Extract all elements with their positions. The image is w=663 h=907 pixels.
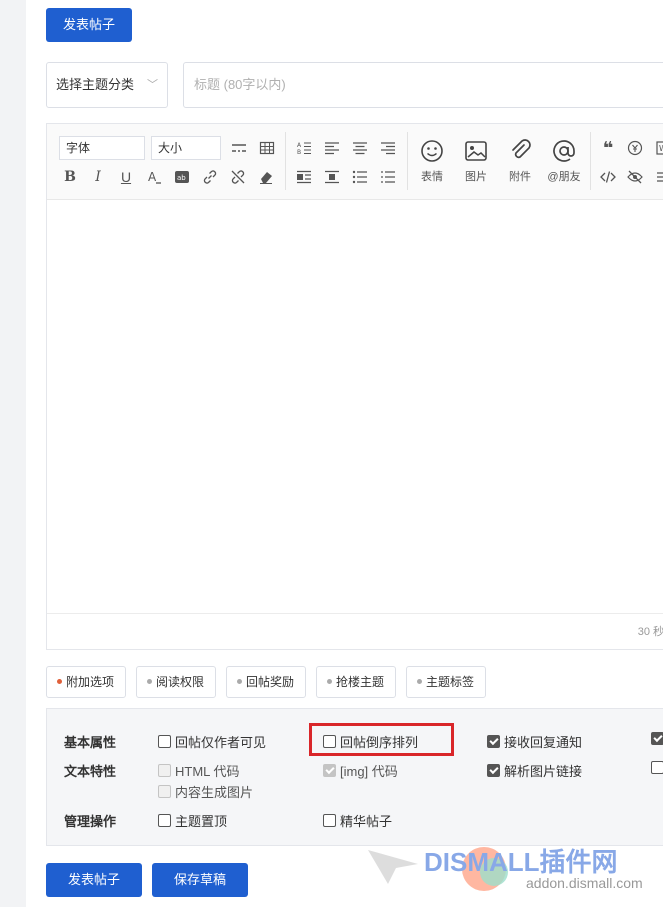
tab-label: 主题标签	[426, 675, 475, 689]
hide-content-icon[interactable]	[624, 166, 646, 188]
reply-author-only-checkbox[interactable]: 回帖仅作者可见	[158, 732, 266, 751]
eraser-icon[interactable]	[255, 166, 277, 188]
tab-label: 阅读权限	[156, 675, 205, 689]
svg-text:A: A	[297, 142, 302, 149]
bold-icon[interactable]: B	[59, 166, 81, 188]
digest-thread-checkbox[interactable]: 精华帖子	[323, 811, 392, 830]
editor-toolbar: 字体 大小 AB B I U A ab 表情 图片 附件 @朋友 ❝ W	[47, 124, 663, 200]
save-draft-button[interactable]: 保存草稿	[152, 863, 248, 897]
sticky-thread-checkbox[interactable]: 主题置顶	[158, 811, 227, 830]
tab-thread-tags[interactable]: 主题标签	[406, 666, 486, 698]
extra-basic-checkbox[interactable]	[651, 732, 663, 745]
attachment-label: 附件	[509, 171, 531, 183]
emoji-button[interactable]: 表情	[412, 136, 452, 192]
svg-text:ab: ab	[177, 174, 186, 182]
align-right-icon[interactable]	[377, 137, 399, 159]
html-code-checkbox[interactable]: HTML 代码	[158, 761, 240, 780]
reply-notification-checkbox[interactable]: 接收回复通知	[487, 732, 582, 751]
submit-post-button[interactable]: 发表帖子	[46, 863, 142, 897]
align-left-icon[interactable]	[321, 137, 343, 159]
category-select[interactable]: 选择主题分类 ﹀	[46, 62, 168, 108]
title-placeholder: 标题 (80字以内)	[194, 77, 286, 92]
quote-icon[interactable]: ❝	[597, 137, 619, 159]
image-label: 图片	[465, 171, 487, 183]
float-center-icon[interactable]	[321, 166, 343, 188]
watermark-url: addon.dismall.com	[526, 875, 643, 891]
at-sign-icon	[553, 140, 575, 162]
ordered-list-icon[interactable]	[349, 166, 371, 188]
extra-options-panel: 基本属性 回帖仅作者可见 回帖倒序排列 接收回复通知 文本特性 HTML 代码 …	[46, 708, 663, 846]
watermark-logo-icon: DISMALL插件网 addon.dismall.com	[368, 847, 643, 891]
mention-label: @朋友	[547, 171, 581, 183]
link-icon[interactable]	[199, 166, 221, 188]
text-features-label: 文本特性	[64, 764, 117, 779]
paperclip-icon	[512, 139, 531, 159]
italic-icon[interactable]: I	[87, 166, 109, 188]
image-icon	[465, 141, 487, 161]
background-color-icon[interactable]: ab	[171, 166, 193, 188]
svg-text:B: B	[297, 149, 301, 156]
chevron-down-icon: ﹀	[147, 79, 158, 91]
top-submit-button[interactable]: 发表帖子	[46, 8, 132, 42]
img-code-checkbox[interactable]: [img] 代码	[323, 761, 398, 780]
sort-az-icon[interactable]: AB	[293, 137, 315, 159]
site-watermark: DISMALL插件网 addon.dismall.com	[366, 838, 663, 896]
image-button[interactable]: 图片	[456, 136, 496, 192]
tab-label: 抢楼主题	[336, 675, 385, 689]
basic-attributes-label: 基本属性	[64, 735, 117, 750]
align-center-icon[interactable]	[349, 137, 371, 159]
font-family-select[interactable]: 字体	[59, 136, 145, 160]
tab-floor-grab[interactable]: 抢楼主题	[316, 666, 396, 698]
content-to-image-checkbox[interactable]: 内容生成图片	[158, 782, 253, 801]
word-icon[interactable]: W	[651, 137, 663, 159]
underline-icon[interactable]: U	[115, 166, 137, 188]
more-tools-icon[interactable]	[651, 166, 663, 188]
tab-extra-options[interactable]: 附加选项	[46, 666, 126, 698]
title-input[interactable]: 标题 (80字以内)	[183, 62, 663, 108]
code-icon[interactable]	[597, 166, 619, 188]
autosave-hint: 30 秒后	[47, 613, 663, 649]
table-icon[interactable]	[256, 137, 278, 159]
mention-button[interactable]: @朋友	[544, 136, 584, 192]
unordered-list-icon[interactable]	[377, 166, 399, 188]
emoji-label: 表情	[421, 171, 443, 183]
currency-icon[interactable]	[624, 137, 646, 159]
unlink-icon[interactable]	[227, 166, 249, 188]
tab-reply-reward[interactable]: 回帖奖励	[226, 666, 306, 698]
smiley-icon	[421, 140, 443, 162]
reverse-reply-order-checkbox[interactable]: 回帖倒序排列	[323, 732, 418, 751]
tab-label: 附加选项	[66, 675, 115, 689]
tab-label: 回帖奖励	[246, 675, 295, 689]
category-select-label: 选择主题分类	[56, 77, 135, 92]
management-label: 管理操作	[64, 814, 117, 829]
parse-image-links-checkbox[interactable]: 解析图片链接	[487, 761, 582, 780]
attachment-button[interactable]: 附件	[500, 136, 540, 192]
font-size-select[interactable]: 大小	[151, 136, 221, 160]
horizontal-rule-icon[interactable]	[228, 137, 250, 159]
post-editor-page: 发表帖子 选择主题分类 ﹀ 标题 (80字以内) 字体 大小 AB B I U …	[26, 0, 663, 907]
tab-read-permission[interactable]: 阅读权限	[136, 666, 216, 698]
rich-text-editor: 字体 大小 AB B I U A ab 表情 图片 附件 @朋友 ❝ W 30 …	[46, 123, 663, 650]
editor-content-area[interactable]	[47, 201, 663, 614]
font-color-icon[interactable]: A	[143, 166, 165, 188]
svg-text:W: W	[659, 144, 663, 153]
svg-text:A: A	[148, 170, 157, 184]
watermark-brand: DISMALL插件网	[424, 847, 618, 877]
extra-text-checkbox[interactable]	[651, 761, 663, 774]
float-left-icon[interactable]	[293, 166, 315, 188]
